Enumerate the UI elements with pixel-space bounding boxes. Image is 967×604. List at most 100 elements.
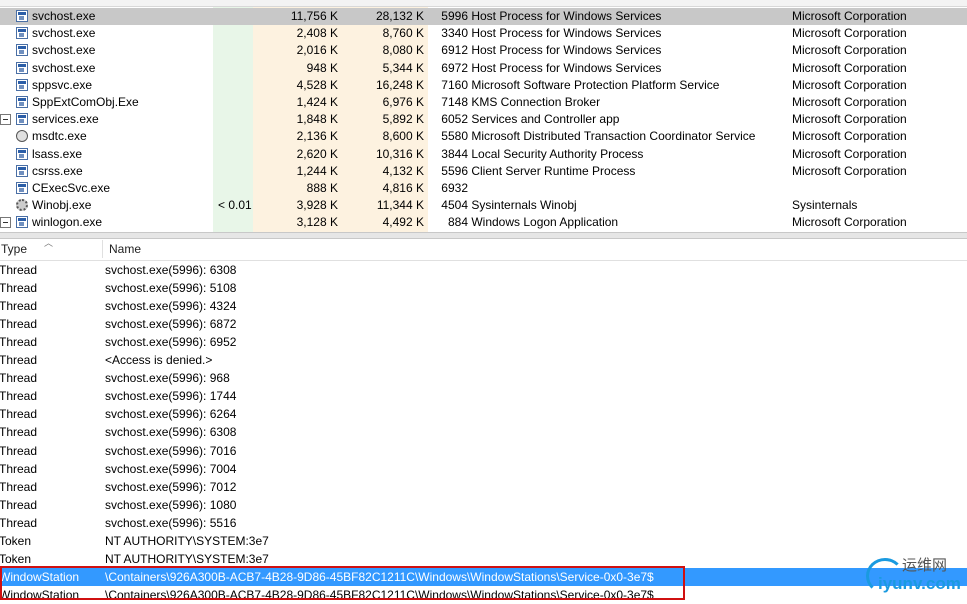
window-icon — [16, 10, 28, 22]
process-row[interactable]: svchost.exe 11,756 K 28,132 K Microsoft Cor… — [0, 8, 967, 25]
handle-row[interactable]: Token NT AUTHORITY\SYSTEM:3e7 — [0, 532, 967, 550]
process-name: CExecSvc.exe — [32, 181, 111, 195]
process-description: Sysinternals Winobj — [471, 198, 577, 213]
process-description: Client Server Runtime Process — [471, 163, 636, 178]
handle-name: svchost.exe(5996): 6264 — [105, 407, 237, 422]
handle-row[interactable]: Thread svchost.exe(5996): 5108 — [0, 279, 967, 297]
column-separator[interactable] — [102, 240, 103, 258]
process-private-bytes: 11,756 K — [290, 9, 338, 23]
process-row[interactable]: CExecSvc.exe 888 K 4,816 K 6932 — [0, 180, 967, 197]
process-private-bytes: 3,928 K — [296, 198, 338, 213]
process-company: Microsoft Corporation — [792, 112, 907, 127]
process-pid-description: 3340 Host Process for Windows Services — [440, 25, 661, 42]
handle-row[interactable]: Thread svchost.exe(5996): 7012 — [0, 478, 967, 496]
handle-name: svchost.exe(5996): 968 — [105, 371, 230, 386]
handle-row[interactable]: Thread svchost.exe(5996): 4324 — [0, 297, 967, 315]
handle-row[interactable]: Thread svchost.exe(5996): 6308 — [0, 261, 967, 279]
handle-type: Token — [0, 533, 32, 548]
handle-type: Thread — [0, 299, 38, 314]
process-working-set: 4,132 K — [382, 163, 424, 178]
handle-row[interactable]: Thread <Access is denied.> — [0, 351, 967, 369]
process-company: Microsoft Corporation — [792, 163, 907, 178]
process-working-set: 4,816 K — [382, 181, 424, 195]
handle-name: svchost.exe(5996): 6308 — [105, 425, 237, 440]
handle-type: Thread — [0, 461, 38, 476]
process-pid: 6052 — [441, 112, 468, 127]
process-row[interactable]: svchost.exe 2,408 K 8,760 K Microsoft Corpo… — [0, 25, 967, 42]
process-pid: 4504 — [441, 198, 468, 213]
column-header-name[interactable]: Name — [109, 238, 141, 260]
window-icon — [16, 113, 28, 126]
process-description: KMS Connection Broker — [471, 95, 601, 109]
process-pid-description: 7160 Microsoft Software Protection Platf… — [440, 77, 719, 94]
window-icon — [16, 216, 28, 229]
handle-type: Thread — [0, 425, 38, 440]
handle-row[interactable]: Thread svchost.exe(5996): 6952 — [0, 333, 967, 351]
column-header-type[interactable]: Type — [1, 238, 27, 260]
handle-type: Thread — [0, 335, 38, 350]
window-icon — [16, 44, 28, 57]
process-name: lsass.exe — [32, 146, 83, 161]
process-row[interactable]: winlogon.exe 3,128 K 4,492 K Microsoft Corp… — [0, 214, 967, 231]
process-description: Local Security Authority Process — [471, 146, 644, 161]
process-private-bytes: 4,528 K — [296, 77, 338, 92]
process-pid: 6912 — [441, 43, 468, 58]
process-name: svchost.exe — [32, 60, 96, 75]
process-row[interactable]: SppExtComObj.Exe 1,424 K 6,976 K Microsoft … — [0, 94, 967, 111]
process-name: msdtc.exe — [32, 129, 87, 144]
process-working-set: 5,892 K — [382, 112, 424, 127]
process-pid-description: 5596 Client Server Runtime Process — [440, 163, 635, 180]
process-row[interactable]: svchost.exe 2,016 K 8,080 K Microsoft Corpo… — [0, 42, 967, 59]
process-working-set: 5,344 K — [382, 60, 424, 75]
process-row[interactable]: sppsvc.exe 4,528 K 16,248 K Microsoft Corpo… — [0, 77, 967, 94]
globe-icon — [16, 130, 28, 143]
handle-row[interactable]: Thread svchost.exe(5996): 5516 — [0, 514, 967, 532]
handle-type: Thread — [0, 479, 38, 494]
process-working-set: 11,344 K — [376, 198, 424, 213]
process-pid: 7160 — [441, 77, 468, 92]
process-private-bytes: 888 K — [306, 181, 338, 195]
process-pid: 884 — [447, 215, 468, 230]
handle-row[interactable]: Thread svchost.exe(5996): 1744 — [0, 387, 967, 405]
process-description: Microsoft Software Protection Platform S… — [471, 77, 720, 92]
process-company: Microsoft Corporation — [792, 77, 907, 92]
collapse-icon[interactable] — [0, 217, 11, 229]
process-name: services.exe — [32, 112, 99, 127]
process-name: winlogon.exe — [32, 215, 103, 230]
handle-row[interactable]: Thread svchost.exe(5996): 7004 — [0, 460, 967, 478]
process-company: Microsoft Corporation — [792, 60, 907, 75]
handle-name: <Access is denied.> — [105, 353, 213, 368]
collapse-icon[interactable] — [0, 114, 11, 126]
handle-name: svchost.exe(5996): 1744 — [105, 389, 237, 404]
process-row[interactable]: lsass.exe 2,620 K 10,316 K Microsoft Corpor… — [0, 146, 967, 163]
process-description: Services and Controller app — [471, 112, 620, 127]
process-pid: 5996 — [441, 9, 468, 23]
process-company: Microsoft Corporation — [792, 215, 907, 230]
process-row[interactable]: services.exe 1,848 K 5,892 K Microsoft Corp… — [0, 111, 967, 128]
handle-name: svchost.exe(5996): 5108 — [105, 281, 237, 296]
process-list-header[interactable] — [0, 0, 967, 7]
process-pid-description: 3844 Local Security Authority Process — [440, 146, 643, 163]
process-row[interactable]: svchost.exe 948 K 5,344 K Microsoft Corpora… — [0, 60, 967, 77]
process-list: svchost.exe 11,756 K 28,132 K Microsoft Cor… — [0, 0, 967, 232]
handle-row[interactable]: Thread svchost.exe(5996): 6872 — [0, 315, 967, 333]
process-private-bytes: 3,128 K — [296, 215, 338, 230]
handle-row[interactable]: Thread svchost.exe(5996): 968 — [0, 369, 967, 387]
process-name: csrss.exe — [32, 163, 83, 178]
process-row[interactable]: msdtc.exe 2,136 K 8,600 K Microsoft Corpora… — [0, 128, 967, 145]
handle-row[interactable]: Thread svchost.exe(5996): 6264 — [0, 405, 967, 423]
process-row[interactable]: csrss.exe 1,244 K 4,132 K Microsoft Corpora… — [0, 163, 967, 180]
process-row[interactable]: Winobj.exe < 0.01 3,928 K 11,344 K Sysintern… — [0, 197, 967, 214]
handle-type: Thread — [0, 515, 38, 530]
handle-row[interactable]: Thread svchost.exe(5996): 7016 — [0, 442, 967, 460]
handle-name: svchost.exe(5996): 4324 — [105, 299, 237, 314]
process-private-bytes: 948 K — [306, 60, 338, 75]
handle-name: svchost.exe(5996): 1080 — [105, 497, 237, 512]
handle-row[interactable]: Thread svchost.exe(5996): 6308 — [0, 423, 967, 441]
handle-row[interactable]: Thread svchost.exe(5996): 1080 — [0, 496, 967, 514]
process-description: Host Process for Windows Services — [471, 43, 662, 58]
process-private-bytes: 2,620 K — [296, 146, 338, 161]
process-description: Windows Logon Application — [471, 215, 619, 230]
process-working-set: 8,600 K — [382, 129, 424, 144]
handle-name: svchost.exe(5996): 7012 — [105, 479, 237, 494]
